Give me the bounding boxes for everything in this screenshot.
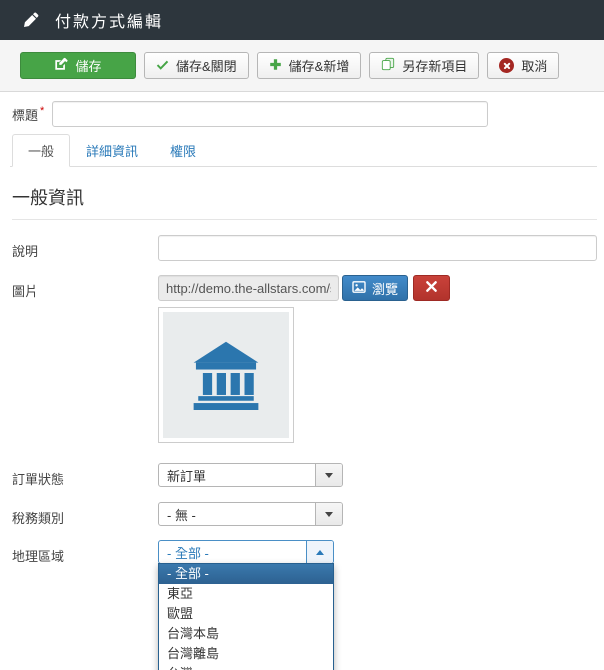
description-input[interactable] <box>158 235 597 261</box>
geo-zone-option-all[interactable]: - 全部 - <box>159 564 333 584</box>
required-asterisk: * <box>40 105 44 117</box>
image-label: 圖片 <box>10 275 158 300</box>
order-status-select[interactable]: 新訂單 <box>158 463 343 487</box>
save-copy-label: 另存新項目 <box>402 56 467 75</box>
tax-class-row: 稅務類別 - 無 - <box>10 502 597 527</box>
section-heading: 一般資訊 <box>12 184 597 220</box>
check-icon <box>156 58 169 74</box>
description-row: 說明 <box>10 235 597 261</box>
bank-icon <box>189 336 263 415</box>
tab-details[interactable]: 詳細資訊 <box>70 134 154 167</box>
save-close-button[interactable]: 儲存&關閉 <box>144 52 249 79</box>
picture-icon <box>352 281 366 296</box>
save-close-label: 儲存&關閉 <box>176 56 237 75</box>
save-label: 儲存 <box>75 56 101 75</box>
image-row: 圖片 瀏覽 <box>10 275 597 301</box>
page-header: 付款方式編輯 <box>0 0 604 40</box>
order-status-row: 訂單狀態 新訂單 <box>10 463 597 488</box>
geo-zone-option-taiwan-outlying[interactable]: 台灣離島 <box>159 644 333 664</box>
edit-save-icon <box>54 57 68 74</box>
tax-class-label: 稅務類別 <box>10 502 158 527</box>
caret-down-icon <box>315 503 342 525</box>
save-copy-button[interactable]: 另存新項目 <box>369 52 479 79</box>
copy-icon <box>381 57 395 74</box>
toolbar: 儲存 儲存&關閉 儲存&新增 另存新項目 取消 <box>0 40 604 92</box>
image-preview-row <box>10 307 597 443</box>
geo-zone-dropdown: - 全部 - 東亞 歐盟 台灣本島 台灣離島 台灣 <box>158 563 334 670</box>
description-label: 說明 <box>10 235 158 260</box>
image-url-input[interactable] <box>158 275 339 301</box>
page-title: 付款方式編輯 <box>55 8 163 32</box>
remove-image-button[interactable] <box>413 275 450 301</box>
save-new-label: 儲存&新增 <box>289 56 350 75</box>
circle-x-icon <box>499 58 514 73</box>
image-preview <box>158 307 294 443</box>
content: 標題* 一般 詳細資訊 權限 一般資訊 說明 圖片 瀏覽 <box>0 101 604 565</box>
caret-up-icon <box>306 541 333 563</box>
geo-zone-option-eu[interactable]: 歐盟 <box>159 604 333 624</box>
geo-zone-select[interactable]: - 全部 - <box>158 540 334 564</box>
geo-zone-row: 地理區域 - 全部 - - 全部 - 東亞 歐盟 台灣本島 台灣離島 台灣 <box>10 540 597 565</box>
title-field-row: 標題* <box>12 101 597 127</box>
save-new-button[interactable]: 儲存&新增 <box>257 52 362 79</box>
save-button[interactable]: 儲存 <box>20 52 136 79</box>
caret-down-icon <box>315 464 342 486</box>
plus-icon <box>269 58 282 74</box>
geo-zone-option-east-asia[interactable]: 東亞 <box>159 584 333 604</box>
geo-zone-option-taiwan-main[interactable]: 台灣本島 <box>159 624 333 644</box>
tax-class-select[interactable]: - 無 - <box>158 502 343 526</box>
title-label: 標題* <box>12 105 44 124</box>
geo-zone-label: 地理區域 <box>10 540 158 565</box>
order-status-label: 訂單狀態 <box>10 463 158 488</box>
geo-zone-value: - 全部 - <box>159 543 209 562</box>
x-icon <box>425 280 438 296</box>
tab-permissions[interactable]: 權限 <box>154 134 212 167</box>
tab-general[interactable]: 一般 <box>12 134 70 167</box>
geo-zone-option-taiwan[interactable]: 台灣 <box>159 664 333 670</box>
browse-button[interactable]: 瀏覽 <box>342 275 408 301</box>
cancel-button[interactable]: 取消 <box>487 52 559 79</box>
image-preview-inner <box>163 312 289 438</box>
pencil-icon <box>24 12 40 28</box>
cancel-label: 取消 <box>521 56 547 75</box>
order-status-value: 新訂單 <box>159 466 206 485</box>
tabs: 一般 詳細資訊 權限 <box>10 134 597 167</box>
geo-zone-wrap: - 全部 - - 全部 - 東亞 歐盟 台灣本島 台灣離島 台灣 <box>158 540 334 564</box>
payment-method-edit-page: 付款方式編輯 儲存 儲存&關閉 儲存&新增 另存新項目 <box>0 0 604 565</box>
browse-label: 瀏覽 <box>372 279 398 298</box>
tax-class-value: - 無 - <box>159 505 196 524</box>
title-input[interactable] <box>52 101 488 127</box>
